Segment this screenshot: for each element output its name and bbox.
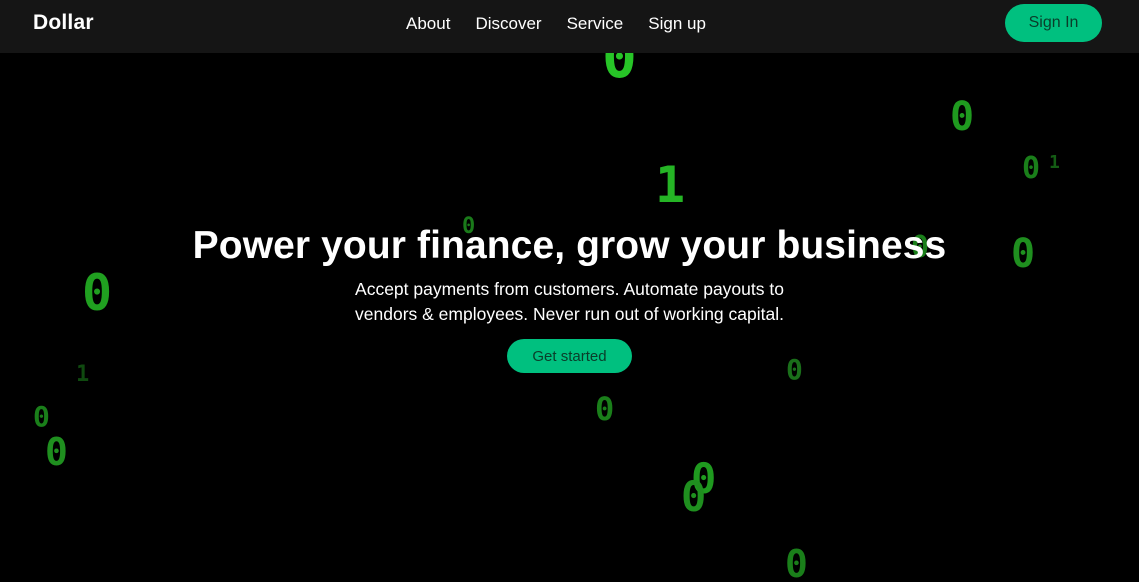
background-digit: 0 — [785, 542, 808, 582]
sign-in-button[interactable]: Sign In — [1005, 4, 1102, 42]
background-digit: 0 — [33, 400, 50, 433]
background-digit: 0 — [595, 390, 615, 428]
hero-section: Power your finance, grow your business A… — [0, 222, 1139, 373]
main-nav: About Discover Service Sign up — [406, 13, 706, 35]
hero-subtitle: Accept payments from customers. Automate… — [355, 279, 784, 324]
nav-link-discover[interactable]: Discover — [475, 13, 541, 35]
landing-page: 0 0 1 0 1 0 0 0 0 1 0 0 0 0 0 0 0 Dollar… — [0, 0, 1139, 582]
background-digit: 1 — [1049, 152, 1060, 173]
nav-link-service[interactable]: Service — [567, 13, 624, 35]
nav-link-sign-up[interactable]: Sign up — [648, 13, 706, 35]
background-digit: 0 — [45, 430, 68, 474]
hero-title: Power your finance, grow your business — [192, 224, 947, 267]
background-digit: 1 — [655, 156, 686, 214]
top-navbar: Dollar About Discover Service Sign up Si… — [0, 0, 1139, 53]
get-started-button[interactable]: Get started — [507, 339, 632, 373]
background-digit: 0 — [681, 472, 707, 521]
background-digit: 0 — [950, 94, 975, 140]
brand-logo[interactable]: Dollar — [33, 11, 94, 35]
background-digit: 0 — [1022, 151, 1041, 186]
nav-link-about[interactable]: About — [406, 13, 450, 35]
